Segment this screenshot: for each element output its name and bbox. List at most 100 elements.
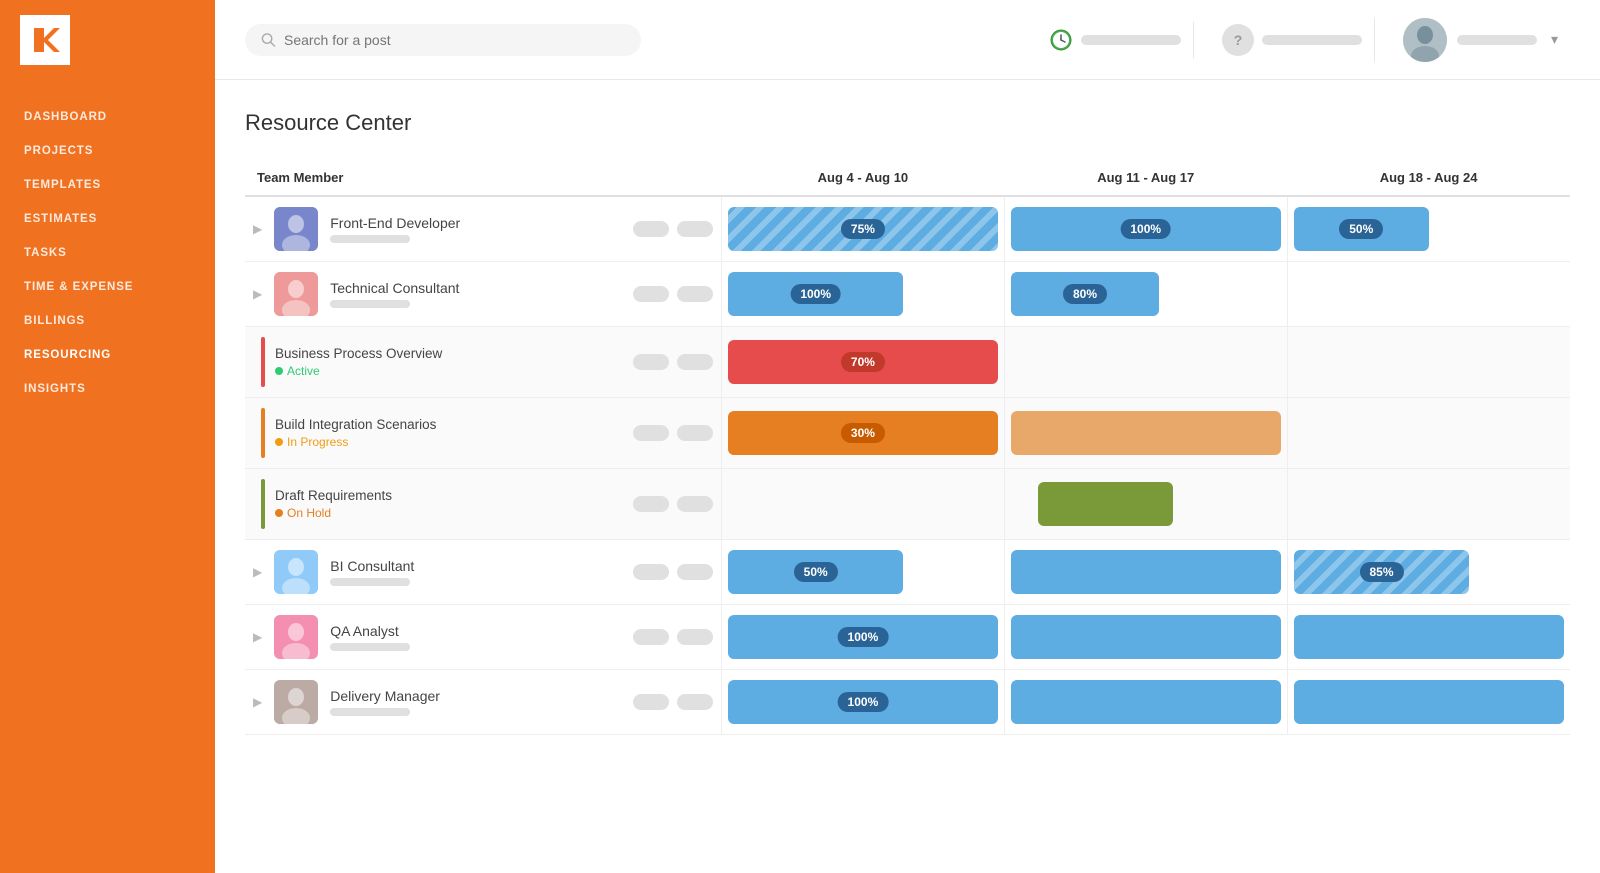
controls-inner bbox=[625, 564, 721, 580]
project-text: Draft RequirementsOn Hold bbox=[275, 488, 392, 520]
expand-arrow-icon[interactable]: ▶ bbox=[253, 695, 262, 709]
week-bar-cell: 50% bbox=[1287, 196, 1570, 262]
member-sub-bar bbox=[330, 578, 410, 586]
ctrl-pill bbox=[677, 564, 713, 580]
ctrl-pill bbox=[633, 221, 669, 237]
member-sub-bar bbox=[330, 300, 410, 308]
bar-wrapper: 100% bbox=[1011, 207, 1281, 251]
topbar-notification-area bbox=[1037, 22, 1194, 58]
project-name-label: Business Process Overview bbox=[275, 346, 442, 361]
week-bar-cell bbox=[1287, 398, 1570, 469]
week-bar-cell bbox=[1287, 469, 1570, 540]
user-avatar[interactable] bbox=[1403, 18, 1447, 62]
col-header-week2: Aug 11 - Aug 17 bbox=[1004, 160, 1287, 196]
expand-arrow-icon[interactable]: ▶ bbox=[253, 630, 262, 644]
bar-wrapper bbox=[1011, 411, 1281, 455]
ctrl-pill bbox=[677, 694, 713, 710]
bar-percentage-label: 30% bbox=[841, 423, 885, 443]
bar-wrapper: 30% bbox=[728, 411, 998, 455]
bar-wrapper: 100% bbox=[728, 680, 998, 724]
member-cell: ▶ Technical Consultant bbox=[245, 262, 625, 326]
user-menu-chevron[interactable]: ▾ bbox=[1551, 31, 1558, 48]
ctrl-pill bbox=[633, 354, 669, 370]
table-body: ▶ Front-End Developer 75% 100% 50% ▶ Technical… bbox=[245, 196, 1570, 735]
expand-arrow-icon[interactable]: ▶ bbox=[253, 287, 262, 301]
avatar bbox=[274, 680, 318, 724]
search-input[interactable] bbox=[284, 32, 625, 48]
table-row: Draft RequirementsOn Hold bbox=[245, 469, 1570, 540]
page-title: Resource Center bbox=[245, 110, 1570, 136]
week-bar-cell bbox=[1004, 469, 1287, 540]
member-cell: ▶ Delivery Manager bbox=[245, 670, 625, 734]
sidebar-item-templates[interactable]: Templates bbox=[0, 168, 215, 202]
ctrl-pill bbox=[633, 425, 669, 441]
bar-percentage-label: 100% bbox=[790, 284, 841, 304]
week-bar-cell bbox=[1004, 605, 1287, 670]
member-name-label: BI Consultant bbox=[330, 558, 414, 574]
help-icon[interactable]: ? bbox=[1222, 24, 1254, 56]
bar-percentage-label: 100% bbox=[838, 692, 889, 712]
bar-percentage-label: 50% bbox=[1339, 219, 1383, 239]
avatar bbox=[274, 550, 318, 594]
table-header-row: Team Member Aug 4 - Aug 10 Aug 11 - Aug … bbox=[245, 160, 1570, 196]
project-status-label: Active bbox=[275, 364, 442, 378]
week-bar-cell bbox=[722, 469, 1005, 540]
controls-cell bbox=[625, 540, 722, 605]
controls-cell bbox=[625, 398, 722, 469]
sidebar-item-resourcing[interactable]: Resourcing bbox=[0, 338, 215, 372]
member-name-label: Delivery Manager bbox=[330, 688, 440, 704]
member-name-label: Front-End Developer bbox=[330, 215, 460, 231]
week-bar-cell: 100% bbox=[722, 670, 1005, 735]
week-bar-cell bbox=[1004, 540, 1287, 605]
member-sub-bar bbox=[330, 643, 410, 651]
logo-area bbox=[0, 0, 215, 80]
bar-percentage-label: 100% bbox=[1120, 219, 1171, 239]
project-name-cell: Business Process Overview Active bbox=[245, 327, 625, 398]
sidebar-item-estimates[interactable]: Estimates bbox=[0, 202, 215, 236]
week-bar-cell: 75% bbox=[722, 196, 1005, 262]
project-status-stripe bbox=[261, 337, 265, 387]
status-text: On Hold bbox=[287, 506, 331, 520]
sidebar-item-dashboard[interactable]: Dashboard bbox=[0, 100, 215, 134]
ctrl-pill bbox=[633, 496, 669, 512]
member-name-label: Technical Consultant bbox=[330, 280, 459, 296]
logo[interactable] bbox=[20, 15, 70, 65]
week-bar-cell: 70% bbox=[722, 327, 1005, 398]
member-name-cell: ▶ QA Analyst bbox=[245, 605, 625, 670]
project-name-cell: Build Integration ScenariosIn Progress bbox=[245, 398, 625, 469]
sidebar-item-projects[interactable]: Projects bbox=[0, 134, 215, 168]
week-bar-cell bbox=[1004, 327, 1287, 398]
controls-inner bbox=[625, 629, 721, 645]
expand-arrow-icon[interactable]: ▶ bbox=[253, 222, 262, 236]
sidebar-item-time-expense[interactable]: Time & Expense bbox=[0, 270, 215, 304]
expand-arrow-icon[interactable]: ▶ bbox=[253, 565, 262, 579]
ctrl-pill bbox=[677, 221, 713, 237]
week-bar-cell: 85% bbox=[1287, 540, 1570, 605]
table-row: ▶Technical Consultant100%80% bbox=[245, 262, 1570, 327]
week-bar-cell bbox=[1004, 398, 1287, 469]
ctrl-pill bbox=[633, 694, 669, 710]
resource-table: Team Member Aug 4 - Aug 10 Aug 11 - Aug … bbox=[245, 160, 1570, 735]
topbar-bar1 bbox=[1081, 35, 1181, 45]
topbar-help-area: ? bbox=[1210, 18, 1375, 62]
sidebar-item-billings[interactable]: Billings bbox=[0, 304, 215, 338]
member-name-cell: ▶ Delivery Manager bbox=[245, 670, 625, 735]
bar-wrapper: 100% bbox=[728, 615, 998, 659]
table-row: ▶ Delivery Manager 100% bbox=[245, 670, 1570, 735]
project-status-stripe bbox=[261, 479, 265, 529]
bar-wrapper bbox=[1294, 615, 1564, 659]
member-name-label: QA Analyst bbox=[330, 623, 410, 639]
status-text: Active bbox=[287, 364, 320, 378]
col-header-week1: Aug 4 - Aug 10 bbox=[722, 160, 1005, 196]
member-name-cell: ▶ Technical Consultant bbox=[245, 262, 625, 327]
week-bar-cell bbox=[1287, 262, 1570, 327]
bar-percentage-label: 75% bbox=[841, 219, 885, 239]
search-box[interactable] bbox=[245, 24, 641, 56]
ctrl-pill bbox=[677, 286, 713, 302]
project-status-stripe bbox=[261, 408, 265, 458]
bar-wrapper: 50% bbox=[1294, 207, 1429, 251]
avatar bbox=[274, 615, 318, 659]
sidebar-item-tasks[interactable]: Tasks bbox=[0, 236, 215, 270]
content-area: Resource Center Team Member Aug 4 - Aug … bbox=[215, 80, 1600, 873]
sidebar-item-insights[interactable]: Insights bbox=[0, 372, 215, 406]
